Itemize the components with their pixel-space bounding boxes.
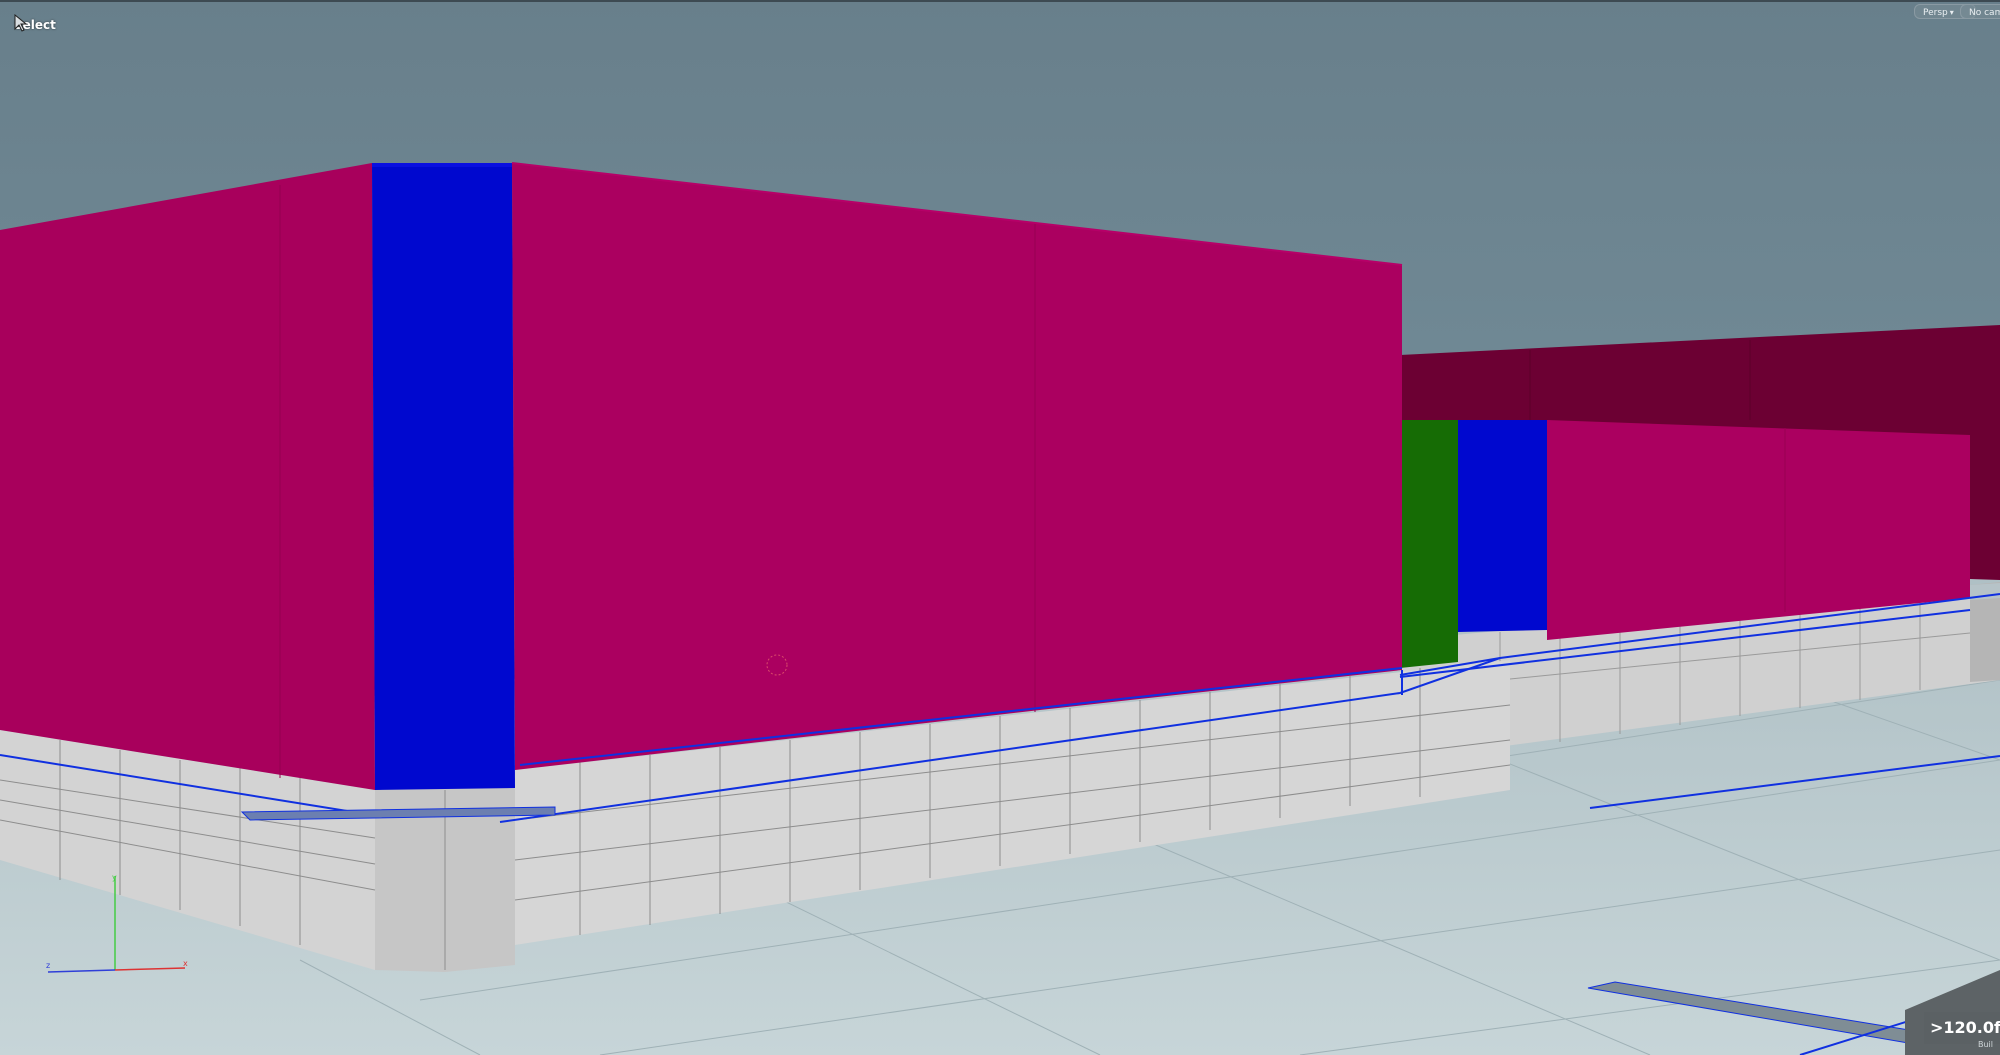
camera-label: No cam	[1969, 8, 2000, 18]
camera-menu[interactable]: No cam▾	[1960, 4, 2000, 19]
viewport-top-border	[0, 0, 2000, 2]
wall-magenta-front	[512, 163, 1402, 770]
scene-canvas[interactable]: y x z	[0, 0, 2000, 1055]
svg-text:y: y	[112, 873, 117, 882]
wall-green	[1400, 420, 1458, 668]
fps-label: >120.0fp	[1930, 1018, 2000, 1037]
wall-blue-corner	[372, 163, 515, 790]
camera-mode-label: Persp	[1923, 8, 1948, 18]
arrow-cursor-icon	[14, 14, 28, 32]
chevron-down-icon: ▾	[1949, 8, 1954, 17]
svg-text:z: z	[46, 961, 50, 970]
fps-sub-label: Buil	[1978, 1040, 1994, 1049]
3d-viewport[interactable]: y x z Select Persp▾ No cam▾ >120.0fp Bui…	[0, 0, 2000, 1055]
wall-magenta-left	[0, 163, 375, 790]
tool-indicator: Select	[14, 14, 56, 36]
svg-text:x: x	[183, 959, 188, 968]
wall-blue-right	[1458, 420, 1547, 632]
